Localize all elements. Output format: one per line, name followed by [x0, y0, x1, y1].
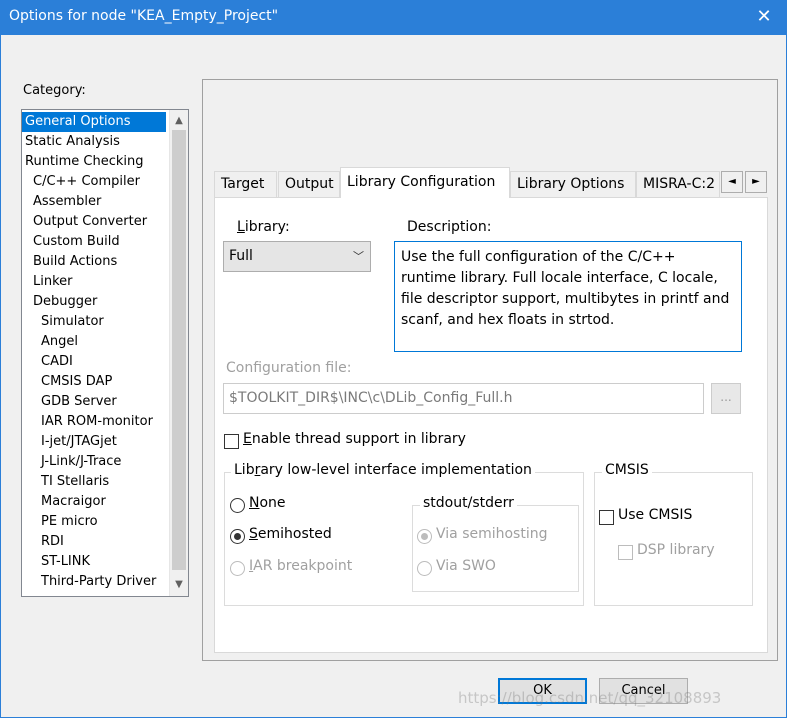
stdout-group-title: stdout/stderr: [420, 495, 517, 511]
dsp-library-checkbox: [618, 545, 633, 560]
category-item[interactable]: C/C++ Compiler: [30, 172, 143, 192]
use-cmsis-label[interactable]: Use CMSIS: [618, 507, 692, 523]
title-bar[interactable]: Options for node "KEA_Empty_Project" ✕: [1, 1, 786, 35]
tab-output[interactable]: Output: [278, 171, 340, 197]
library-select[interactable]: Full ﹀: [223, 241, 371, 272]
category-item[interactable]: Linker: [30, 272, 76, 292]
radio-none[interactable]: [230, 498, 245, 513]
options-dialog: Options for node "KEA_Empty_Project" ✕ C…: [0, 0, 787, 718]
scroll-up-icon[interactable]: ▲: [170, 112, 188, 130]
scroll-thumb[interactable]: [172, 130, 186, 570]
category-item[interactable]: CMSIS DAP: [38, 372, 115, 392]
category-label: Category:: [23, 83, 86, 98]
tab-misra[interactable]: MISRA-C:2: [636, 171, 720, 197]
dsp-library-label: DSP library: [637, 542, 715, 558]
low-level-group-title: Library low-level interface implementati…: [231, 462, 535, 478]
close-icon[interactable]: ✕: [750, 5, 778, 31]
library-label: Library:: [237, 219, 290, 235]
category-item[interactable]: Third-Party Driver: [38, 572, 159, 592]
config-file-browse-button: ...: [711, 383, 741, 414]
tab-library-configuration[interactable]: Library Configuration: [340, 167, 510, 198]
category-item[interactable]: J-Link/J-Trace: [38, 452, 124, 472]
tab-scroll-left-icon[interactable]: ◄: [721, 171, 743, 193]
config-file-field: $TOOLKIT_DIR$\INC\c\DLib_Config_Full.h: [223, 383, 704, 414]
radio-iar-breakpoint: [230, 561, 245, 576]
category-item[interactable]: Macraigor: [38, 492, 109, 512]
category-item[interactable]: Static Analysis: [22, 132, 123, 152]
tab-scroll-right-icon[interactable]: ►: [745, 171, 767, 193]
category-item[interactable]: General Options: [22, 112, 166, 132]
category-item[interactable]: Build Actions: [30, 252, 120, 272]
category-item[interactable]: Simulator: [38, 312, 107, 332]
category-scrollbar[interactable]: ▲ ▼: [169, 110, 188, 596]
category-item[interactable]: Angel: [38, 332, 81, 352]
tab-target[interactable]: Target: [214, 171, 277, 197]
category-item[interactable]: Runtime Checking: [22, 152, 147, 172]
category-item[interactable]: RDI: [38, 532, 67, 552]
category-item[interactable]: IAR ROM-monitor: [38, 412, 156, 432]
tab-library-options[interactable]: Library Options: [510, 171, 636, 197]
category-item[interactable]: PE micro: [38, 512, 101, 532]
category-item[interactable]: GDB Server: [38, 392, 120, 412]
category-item[interactable]: Assembler: [30, 192, 104, 212]
radio-none-label[interactable]: None: [249, 495, 286, 511]
category-list[interactable]: Third-Party Driver ST-LINK RDI PE micro Macr…: [21, 109, 189, 597]
category-item[interactable]: ST-LINK: [38, 552, 93, 572]
thread-support-label[interactable]: Enable thread support in library: [243, 431, 466, 447]
radio-via-semihosting-label: Via semihosting: [436, 526, 548, 542]
description-text: Use the full configuration of the C/C++ …: [394, 241, 742, 352]
config-file-label: Configuration file:: [226, 360, 352, 376]
description-label: Description:: [407, 219, 492, 235]
radio-via-swo-label: Via SWO: [436, 558, 496, 574]
cmsis-group: [594, 472, 753, 606]
use-cmsis-checkbox[interactable]: [599, 510, 614, 525]
category-item[interactable]: TI Stellaris: [38, 472, 112, 492]
cmsis-group-title: CMSIS: [602, 462, 652, 478]
category-item[interactable]: Output Converter: [30, 212, 150, 232]
window-title: Options for node "KEA_Empty_Project": [9, 8, 279, 24]
thread-support-checkbox[interactable]: [224, 434, 239, 449]
category-item[interactable]: Custom Build: [30, 232, 123, 252]
watermark: https://blog.csdn.net/qq_32108893: [458, 689, 722, 707]
radio-via-swo: [417, 561, 432, 576]
radio-semihosted[interactable]: [230, 529, 245, 544]
stdout-group: [412, 505, 579, 592]
category-item[interactable]: Debugger: [30, 292, 100, 312]
chevron-down-icon: ﹀: [353, 250, 364, 263]
library-select-value: Full: [229, 248, 253, 264]
category-item[interactable]: CADI: [38, 352, 76, 372]
radio-iar-breakpoint-label: IAR breakpoint: [249, 558, 353, 574]
radio-via-semihosting: [417, 529, 432, 544]
radio-semihosted-label[interactable]: Semihosted: [249, 526, 332, 542]
scroll-down-icon[interactable]: ▼: [170, 576, 188, 594]
category-item[interactable]: I-jet/JTAGjet: [38, 432, 120, 452]
